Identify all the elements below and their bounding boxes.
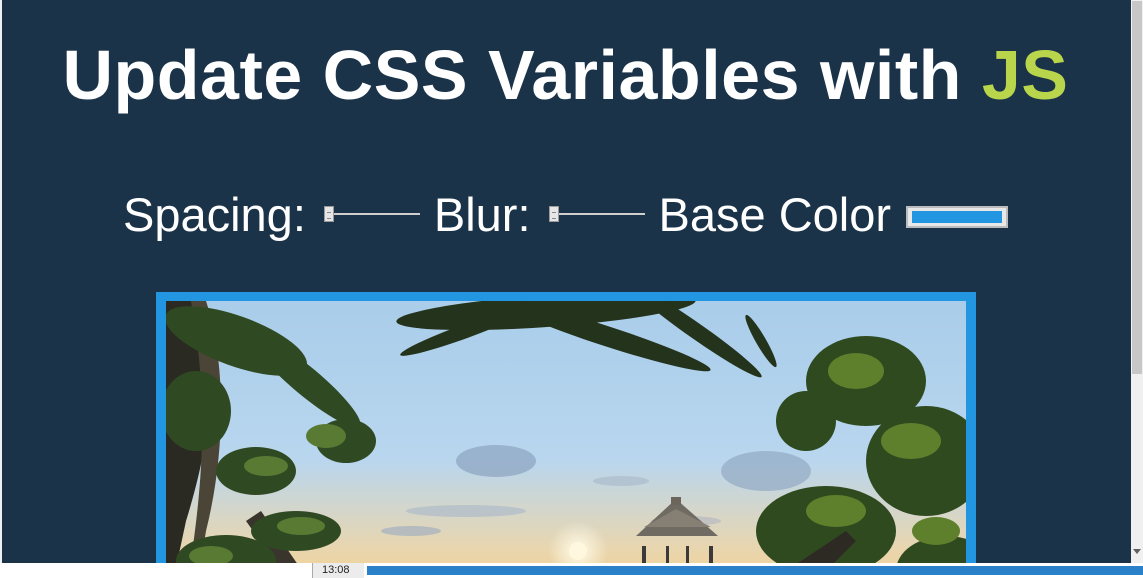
scroll-down-arrow-icon[interactable] [1133, 549, 1141, 554]
vertical-scrollbar[interactable] [1131, 0, 1143, 563]
spacing-slider[interactable] [323, 204, 420, 224]
title-highlight: JS [981, 36, 1069, 114]
progress-bar [367, 566, 1143, 575]
base-color-picker[interactable] [906, 206, 1009, 228]
blur-label: Blur: [433, 187, 531, 241]
page-title: Update CSS Variables with JS [0, 33, 1131, 117]
base-color-swatch [912, 211, 1003, 223]
blur-slider-thumb[interactable] [548, 206, 559, 222]
title-text: Update CSS Variables with [62, 36, 982, 114]
photo-frame [156, 292, 976, 563]
status-bar: 13:08 [0, 563, 1143, 578]
progress-fill [367, 566, 1143, 575]
scrollbar-thumb[interactable] [1132, 1, 1142, 374]
page: Update CSS Variables with JS Spacing: Bl… [0, 0, 1131, 563]
base-color-label: Base Color [658, 187, 892, 241]
spacing-slider-track [323, 213, 420, 215]
controls: Spacing: Blur: Base Color [0, 184, 1131, 244]
blur-slider[interactable] [548, 204, 645, 224]
clock-time: 13:08 [312, 563, 364, 578]
beach-photo-image [166, 301, 966, 563]
blur-slider-track [548, 213, 645, 215]
spacing-slider-thumb[interactable] [323, 206, 334, 222]
beach-photo [166, 301, 966, 563]
spacing-label: Spacing: [122, 187, 306, 241]
